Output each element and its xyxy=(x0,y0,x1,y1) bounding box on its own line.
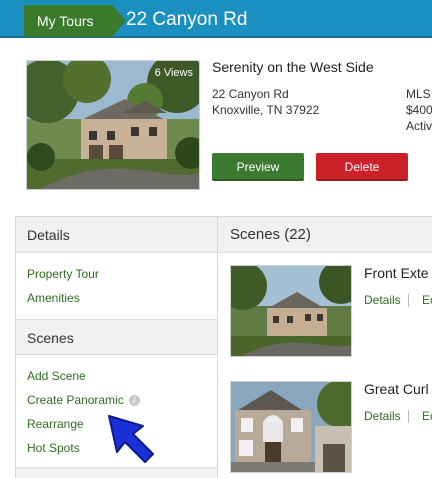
link-rearrange[interactable]: Rearrange xyxy=(27,417,84,431)
scenes-panel-title: Scenes (22) xyxy=(218,217,432,253)
link-property-tour[interactable]: Property Tour xyxy=(27,267,99,281)
breadcrumb-my-tours[interactable]: My Tours xyxy=(24,5,126,37)
scene-edit-link[interactable]: Ec xyxy=(422,293,432,307)
scenes-panel: Scenes (22) Front Exte Details Ec xyxy=(218,216,432,478)
link-create-panoramic[interactable]: Create Panoramic xyxy=(27,393,124,407)
great-curb-image xyxy=(231,382,351,472)
link-add-scene[interactable]: Add Scene xyxy=(27,369,86,383)
scenes-section-title: Scenes xyxy=(16,319,217,355)
link-create-panoramic-row[interactable]: Create Panoramic i xyxy=(27,393,140,407)
address-line-1: 22 Canyon Rd xyxy=(212,87,289,101)
sidebar-footer xyxy=(16,467,217,478)
page-title: 22 Canyon Rd xyxy=(126,9,248,30)
price-value: $400 xyxy=(406,103,432,117)
scene-edit-link[interactable]: Ec xyxy=(422,409,432,423)
link-hot-spots[interactable]: Hot Spots xyxy=(27,441,80,455)
address-line-2: Knoxville, TN 37922 xyxy=(212,103,320,117)
property-photo[interactable]: 6 Views xyxy=(26,60,200,190)
details-section-title: Details xyxy=(16,217,217,253)
house-photo-image xyxy=(27,61,199,189)
header-bar: My Tours 22 Canyon Rd xyxy=(0,0,432,38)
info-icon[interactable]: i xyxy=(128,395,140,406)
link-separator xyxy=(408,410,409,423)
scene-details-link[interactable]: Details xyxy=(364,409,401,423)
link-separator xyxy=(408,294,409,307)
link-amenities[interactable]: Amenities xyxy=(27,291,80,305)
mls-label: MLS xyxy=(406,87,431,101)
scene-title: Great Curl xyxy=(364,381,429,397)
scene-details-link[interactable]: Details xyxy=(364,293,401,307)
delete-button[interactable]: Delete xyxy=(316,153,408,181)
scene-title: Front Exte xyxy=(364,265,429,281)
views-count: 6 Views xyxy=(154,67,193,79)
scene-thumbnail[interactable] xyxy=(230,265,352,357)
front-exterior-image xyxy=(231,266,351,356)
preview-button[interactable]: Preview xyxy=(212,153,304,181)
scene-thumbnail[interactable] xyxy=(230,381,352,473)
pointer-cursor-icon xyxy=(108,415,154,463)
status-value: Activ xyxy=(406,119,432,133)
property-name: Serenity on the West Side xyxy=(212,59,374,75)
